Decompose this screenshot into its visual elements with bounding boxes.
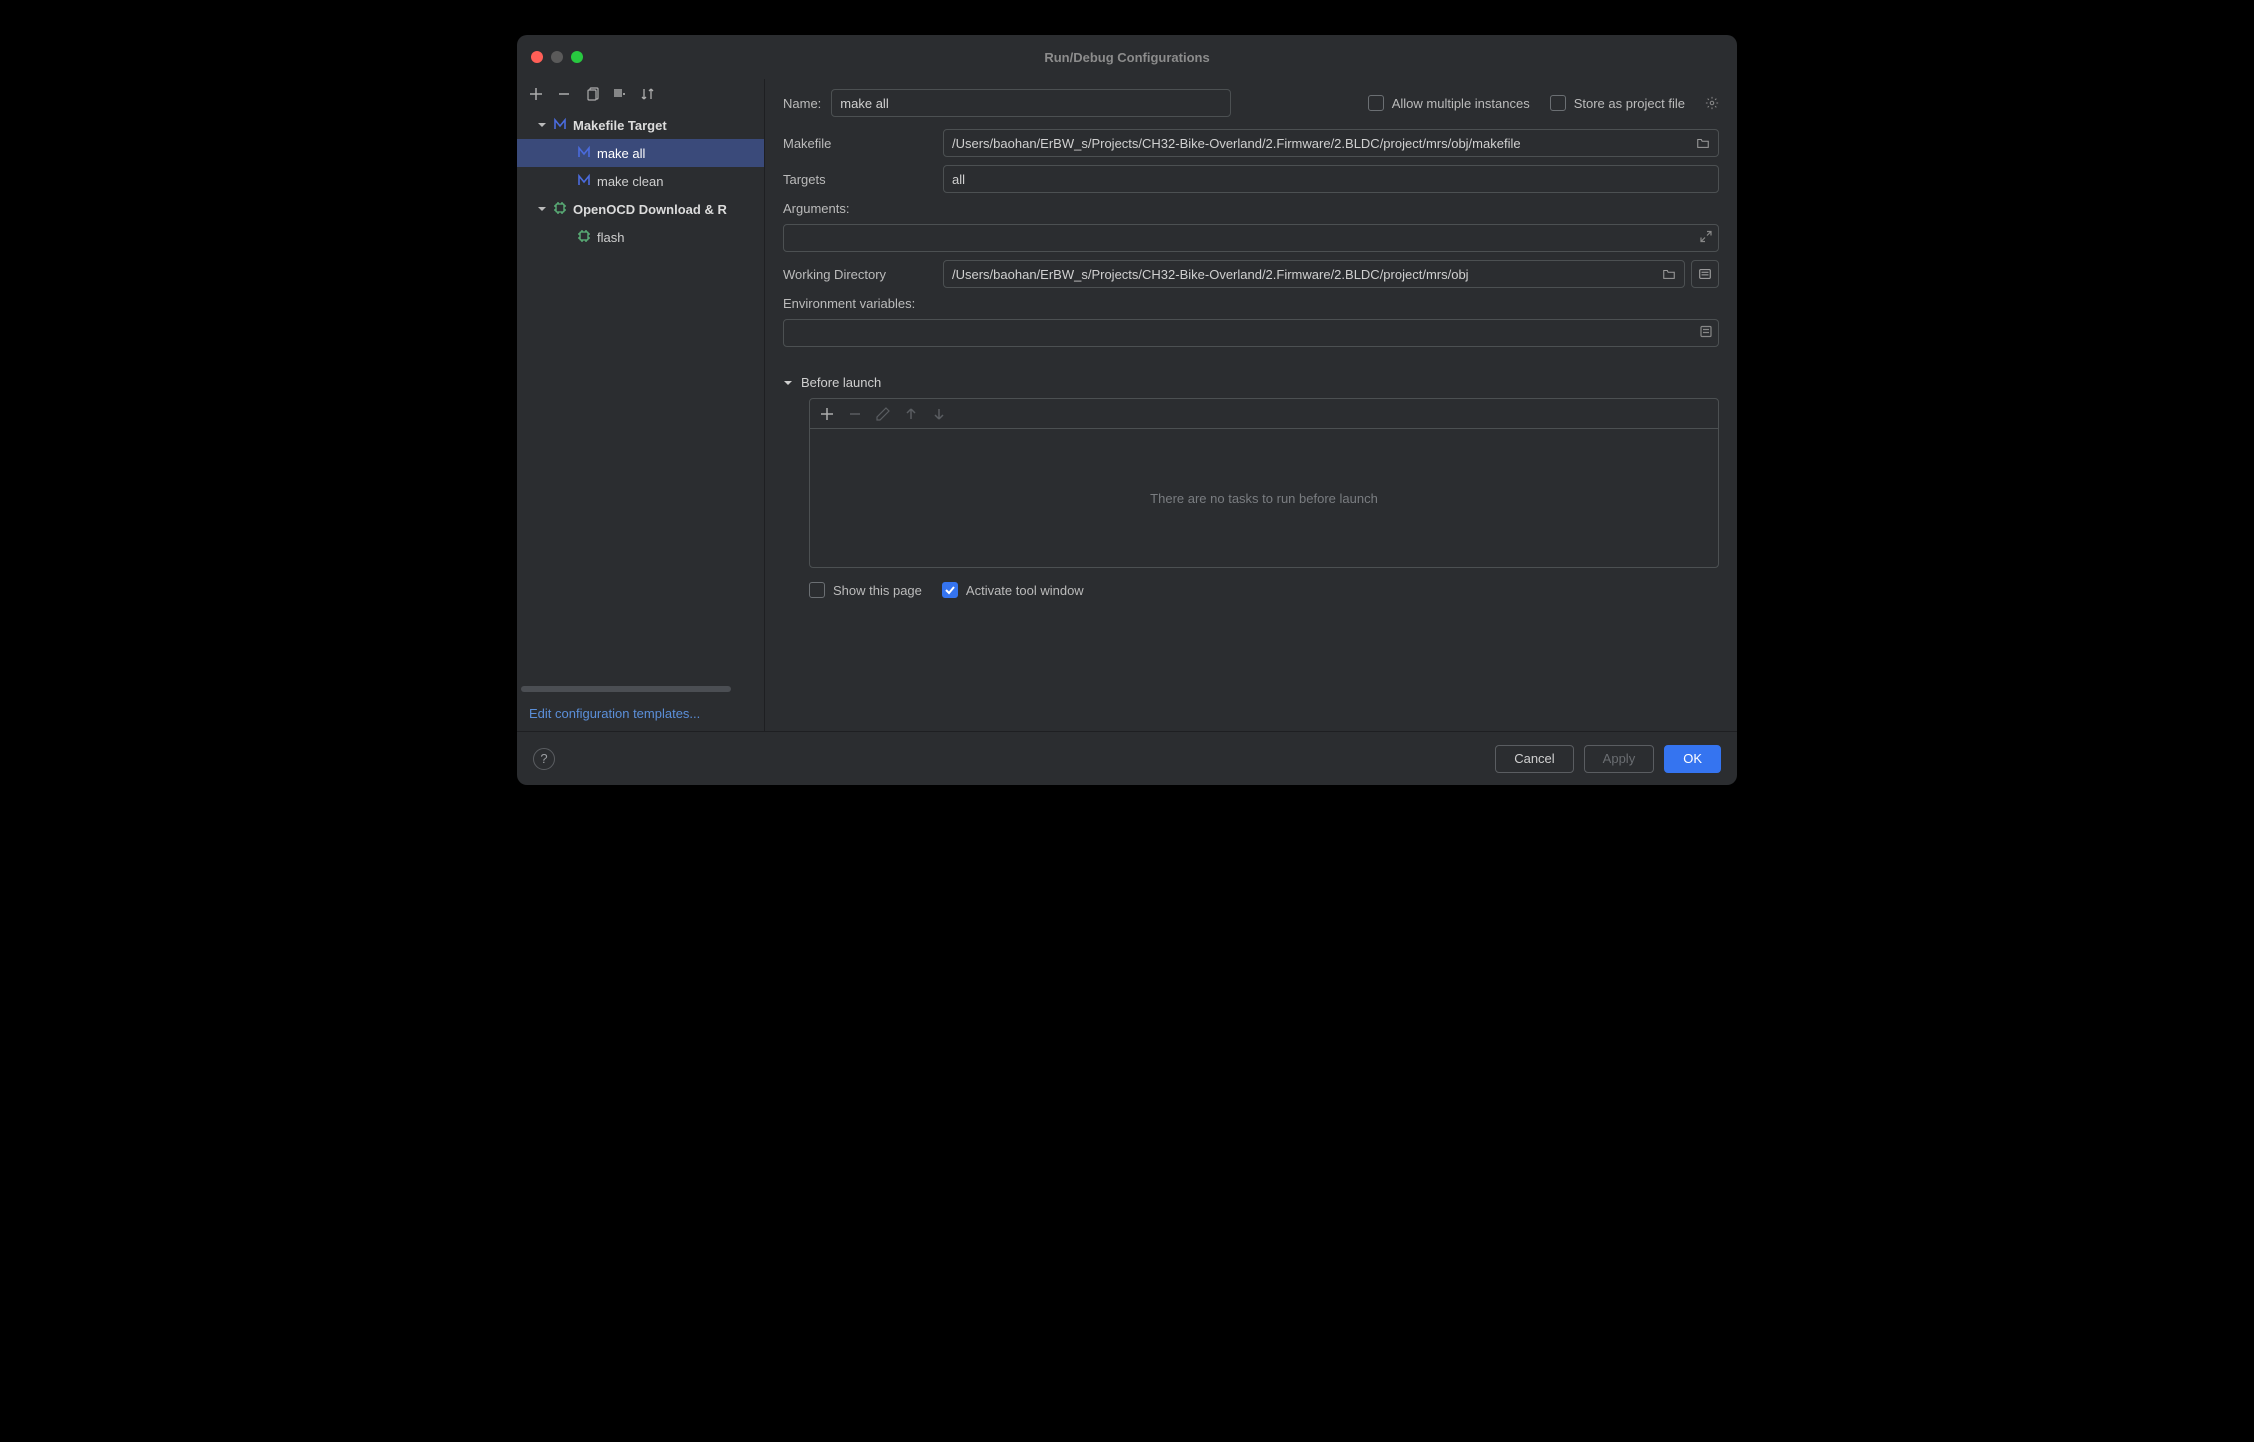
scrollbar-thumb[interactable] [521,686,731,692]
sidebar: Makefile Target make all make clean [517,79,765,731]
window-title: Run/Debug Configurations [517,50,1737,65]
form-area: Name: make all Allow multiple instances … [765,79,1737,731]
sort-configs-button[interactable] [639,85,657,103]
targets-value: all [952,172,965,187]
sidebar-toolbar [517,79,764,109]
move-task-down-button [930,405,948,423]
makefile-label: Makefile [783,136,933,151]
folder-browse-icon[interactable] [1662,267,1676,281]
ok-button[interactable]: OK [1664,745,1721,773]
chevron-down-icon [537,202,547,217]
remove-task-button [846,405,864,423]
before-launch-label: Before launch [801,375,881,390]
insert-macro-button[interactable] [1691,260,1719,288]
expand-field-icon[interactable] [1700,231,1712,246]
apply-button: Apply [1584,745,1655,773]
targets-input[interactable]: all [943,165,1719,193]
makefile-item-icon [577,173,591,190]
before-launch-panel: There are no tasks to run before launch [809,398,1719,568]
save-template-button[interactable] [611,85,629,103]
chip-item-icon [577,229,591,246]
checkbox-box [1550,95,1566,111]
dialog-window: Run/Debug Configurations [517,35,1737,785]
targets-label: Targets [783,172,933,187]
name-input[interactable]: make all [831,89,1231,117]
sidebar-footer: Edit configuration templates... [517,696,764,731]
tree-item-label: make clean [597,174,663,189]
chevron-down-icon [537,118,547,133]
allow-multiple-checkbox[interactable]: Allow multiple instances [1368,95,1530,111]
checkbox-box [1368,95,1384,111]
copy-config-button[interactable] [583,85,601,103]
activate-tool-window-checkbox[interactable]: Activate tool window [942,582,1084,598]
makefile-value: /Users/baohan/ErBW_s/Projects/CH32-Bike-… [952,136,1521,151]
edit-templates-link[interactable]: Edit configuration templates... [529,706,700,721]
tree-group-label: Makefile Target [573,118,667,133]
allow-multiple-label: Allow multiple instances [1392,96,1530,111]
store-project-label: Store as project file [1574,96,1685,111]
checkbox-box-checked [942,582,958,598]
arguments-input[interactable] [783,224,1719,252]
tree-item-flash[interactable]: flash [517,223,764,251]
workdir-input[interactable]: /Users/baohan/ErBW_s/Projects/CH32-Bike-… [943,260,1685,288]
remove-config-button[interactable] [555,85,573,103]
folder-browse-icon[interactable] [1696,136,1710,150]
edit-task-button [874,405,892,423]
traffic-lights [517,51,583,63]
close-window-button[interactable] [531,51,543,63]
move-task-up-button [902,405,920,423]
dialog-footer: ? Cancel Apply OK [517,731,1737,785]
tree-group-label: OpenOCD Download & R [573,202,727,217]
before-launch-toggle[interactable]: Before launch [783,375,1719,390]
config-tree: Makefile Target make all make clean [517,109,764,686]
zoom-window-button[interactable] [571,51,583,63]
workdir-value: /Users/baohan/ErBW_s/Projects/CH32-Bike-… [952,267,1469,282]
tree-item-make-clean[interactable]: make clean [517,167,764,195]
content-area: Makefile Target make all make clean [517,79,1737,731]
env-input[interactable] [783,319,1719,347]
titlebar: Run/Debug Configurations [517,35,1737,79]
before-launch-toolbar [810,399,1718,429]
show-this-page-checkbox[interactable]: Show this page [809,582,922,598]
before-launch-empty-text: There are no tasks to run before launch [810,429,1718,567]
checkbox-box [809,582,825,598]
chip-type-icon [553,201,567,218]
name-label: Name: [783,96,821,111]
makefile-type-icon [553,117,567,134]
tree-item-label: flash [597,230,624,245]
gear-icon[interactable] [1705,96,1719,110]
add-task-button[interactable] [818,405,836,423]
arguments-label: Arguments: [783,201,1719,216]
tree-item-make-all[interactable]: make all [517,139,764,167]
show-this-page-label: Show this page [833,583,922,598]
name-input-value: make all [840,96,888,111]
tree-group-openocd[interactable]: OpenOCD Download & R [517,195,764,223]
cancel-button[interactable]: Cancel [1495,745,1573,773]
apply-button-label: Apply [1603,751,1636,766]
help-button[interactable]: ? [533,748,555,770]
cancel-button-label: Cancel [1514,751,1554,766]
ok-button-label: OK [1683,751,1702,766]
env-list-icon[interactable] [1700,326,1712,341]
minimize-window-button[interactable] [551,51,563,63]
tree-group-makefile[interactable]: Makefile Target [517,111,764,139]
workdir-label: Working Directory [783,267,933,282]
add-config-button[interactable] [527,85,545,103]
tree-item-label: make all [597,146,645,161]
activate-tool-window-label: Activate tool window [966,583,1084,598]
makefile-item-icon [577,145,591,162]
sidebar-horizontal-scrollbar[interactable] [521,686,760,692]
makefile-input[interactable]: /Users/baohan/ErBW_s/Projects/CH32-Bike-… [943,129,1719,157]
env-label: Environment variables: [783,296,1719,311]
store-project-checkbox[interactable]: Store as project file [1550,95,1685,111]
